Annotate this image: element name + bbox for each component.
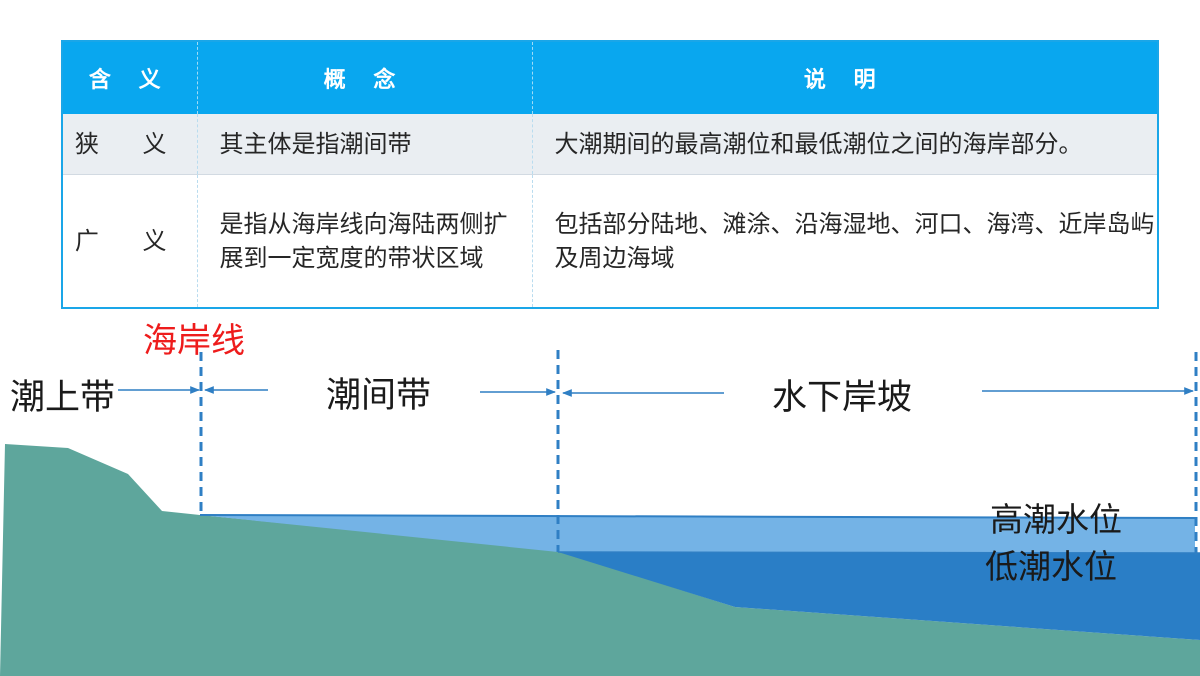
header-description: 说 明 [531, 41, 1158, 114]
table-row-broad: 广 义 是指从海岸线向海陆两侧扩展到一定宽度的带状区域 包括部分陆地、滩涂、沿海… [62, 174, 1158, 308]
high-tide-label: 高潮水位 [990, 500, 1122, 539]
header-meaning: 含 义 [62, 41, 197, 114]
low-tide-label: 低潮水位 [985, 547, 1117, 586]
intertidal-label: 潮间带 [326, 376, 431, 416]
supratidal-label: 潮上带 [10, 378, 115, 418]
table-row-narrow: 狭 义 其主体是指潮间带 大潮期间的最高潮位和最低潮位之间的海岸部分。 [62, 114, 1158, 175]
cell-meaning-narrow: 狭 义 [62, 114, 197, 175]
definition-table: 含 义 概 念 说 明 狭 义 其主体是指潮间带 大潮期间的最高潮位和最低潮位之… [61, 40, 1159, 309]
cell-description-narrow: 大潮期间的最高潮位和最低潮位之间的海岸部分。 [531, 114, 1158, 175]
cell-concept-narrow: 其主体是指潮间带 [196, 114, 532, 175]
cell-description-broad: 包括部分陆地、滩涂、沿海湿地、河口、海湾、近岸岛屿及周边海域 [531, 174, 1158, 308]
subtidal-slope-label: 水下岸坡 [772, 378, 912, 418]
coastal-zone-diagram: 海岸线 潮上带 潮间带 水下岸坡 高潮水位 低潮水位 [0, 321, 1200, 676]
cell-concept-broad: 是指从海岸线向海陆两侧扩展到一定宽度的带状区域 [196, 174, 532, 308]
table-header-row: 含 义 概 念 说 明 [62, 41, 1158, 114]
header-concept: 概 念 [196, 41, 532, 114]
cell-meaning-broad: 广 义 [62, 174, 197, 308]
coastline-label: 海岸线 [143, 321, 245, 361]
